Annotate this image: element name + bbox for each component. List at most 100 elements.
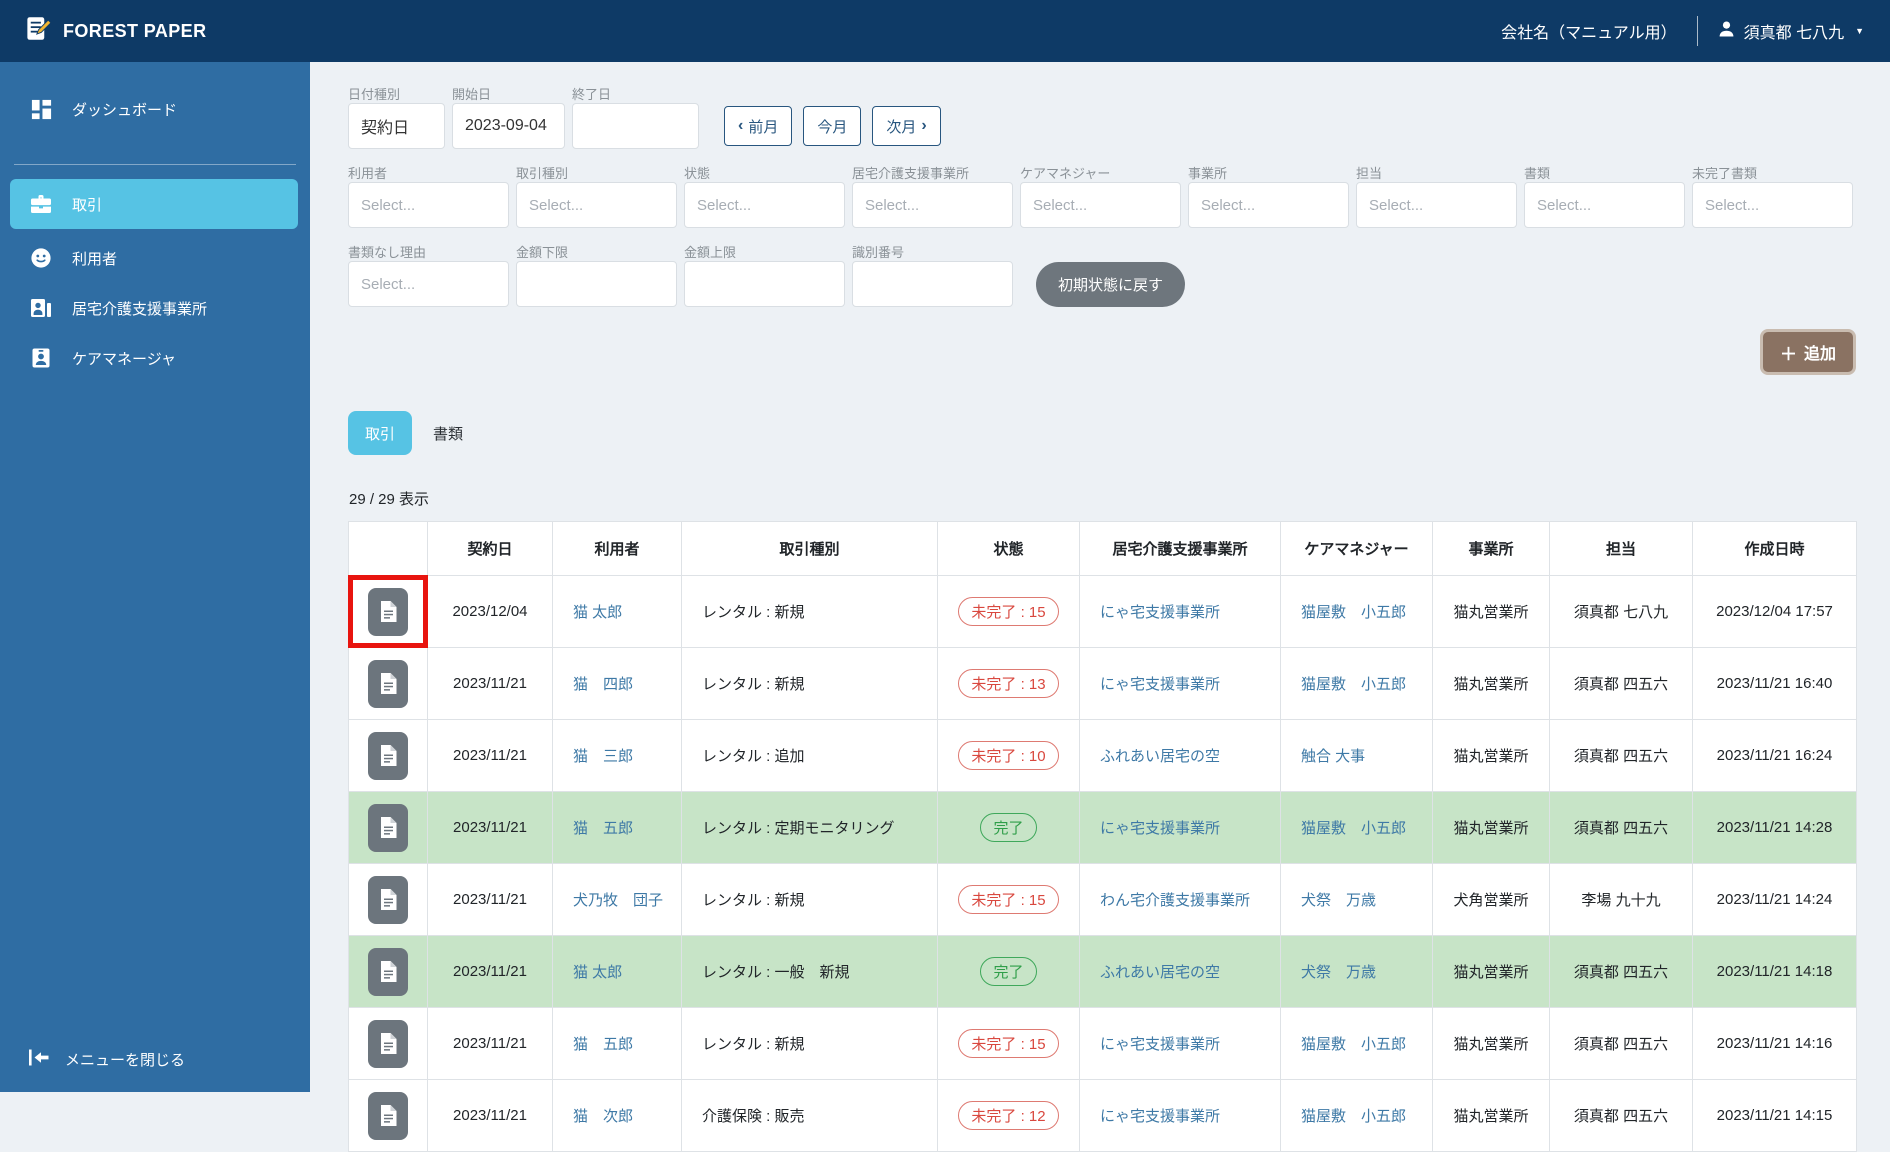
filter-select[interactable]: Select... (1356, 182, 1517, 228)
table-row[interactable]: 2023/11/21 猫 次郎 介護保険 : 販売 未完了 : 12 にゃ宅支援… (348, 1079, 1857, 1152)
cell-type: レンタル : 追加 (681, 719, 938, 792)
amount-max-label: 金額上限 (684, 245, 737, 260)
filter-select[interactable]: Select... (1692, 182, 1853, 228)
select-placeholder: Select... (1201, 196, 1256, 214)
document-icon (380, 889, 396, 910)
cell-office-link[interactable]: にゃ宅支援事業所 (1100, 676, 1220, 693)
sidebar-item-users[interactable]: 利用者 (0, 233, 310, 283)
next-month-button[interactable]: 次月 › (872, 106, 941, 146)
cell-care-manager-link[interactable]: 猫屋敷 小五郎 (1301, 676, 1406, 693)
menu-close-button[interactable]: メニューを閉じる (28, 1049, 185, 1070)
cell-care-manager-link[interactable]: 猫屋敷 小五郎 (1301, 1036, 1406, 1053)
cell-office-link[interactable]: わん宅介護支援事業所 (1100, 892, 1250, 909)
table-body: 2023/12/04 猫 太郎 レンタル : 新規 未完了 : 15 にゃ宅支援… (348, 575, 1857, 1152)
app-title: FOREST PAPER (63, 20, 207, 41)
filter-select[interactable]: Select... (348, 182, 509, 228)
cell-user-link[interactable]: 猫 三郎 (573, 748, 633, 765)
document-button[interactable] (368, 875, 408, 924)
cell-staff: 須真都 四五六 (1549, 719, 1693, 792)
cell-user-link[interactable]: 猫 太郎 (573, 604, 622, 621)
header-divider (1696, 16, 1698, 46)
cell-user-link[interactable]: 猫 次郎 (573, 1108, 633, 1125)
filter-row-dates: 日付種別 契約日 開始日 終了日 ‹ 前月 今月 次月 › (348, 84, 1856, 149)
filter-select[interactable]: Select... (516, 182, 677, 228)
date-type-select[interactable]: 契約日 (348, 103, 445, 149)
sidebar-item-label: ケアマネージャ (72, 350, 176, 368)
tab-書類[interactable]: 書類 (416, 411, 480, 455)
document-icon (380, 673, 396, 694)
end-date-input[interactable] (572, 103, 699, 149)
cell-type: レンタル : 新規 (681, 863, 938, 936)
cell-office-link[interactable]: ふれあい居宅の空 (1100, 748, 1220, 765)
cell-office-link[interactable]: にゃ宅支援事業所 (1100, 604, 1220, 621)
filter-select[interactable]: Select... (684, 182, 845, 228)
current-month-label: 今月 (817, 118, 848, 136)
sidebar-item-dashboard[interactable]: ダッシュボード (0, 84, 310, 134)
column-header: ケアマネジャー (1280, 521, 1433, 576)
cell-office-link[interactable]: にゃ宅支援事業所 (1100, 1108, 1220, 1125)
cell-care-manager-link[interactable]: 犬祭 万歳 (1301, 892, 1376, 909)
cell-user-link[interactable]: 猫 太郎 (573, 964, 622, 981)
cell-office-link[interactable]: にゃ宅支援事業所 (1100, 820, 1220, 837)
table-row[interactable]: 2023/11/21 猫 太郎 レンタル : 一般 新規 完了 ふれあい居宅の空… (348, 935, 1857, 1008)
document-button[interactable] (368, 1091, 408, 1140)
table-row[interactable]: 2023/12/04 猫 太郎 レンタル : 新規 未完了 : 15 にゃ宅支援… (348, 575, 1857, 648)
no-doc-reason-select[interactable]: Select... (348, 261, 509, 307)
table-row[interactable]: 2023/11/21 猫 三郎 レンタル : 追加 未完了 : 10 ふれあい居… (348, 719, 1857, 792)
cell-created: 2023/11/21 14:16 (1692, 1007, 1857, 1080)
cell-created: 2023/11/21 14:15 (1692, 1079, 1857, 1152)
table-row[interactable]: 2023/11/21 猫 四郎 レンタル : 新規 未完了 : 13 にゃ宅支援… (348, 647, 1857, 720)
filter-select[interactable]: Select... (852, 182, 1013, 228)
table-row[interactable]: 2023/11/21 猫 五郎 レンタル : 定期モニタリング 完了 にゃ宅支援… (348, 791, 1857, 864)
cell-office-link[interactable]: ふれあい居宅の空 (1100, 964, 1220, 981)
cell-care-manager-link[interactable]: 猫屋敷 小五郎 (1301, 604, 1406, 621)
filter-select[interactable]: Select... (1524, 182, 1685, 228)
amount-min-input[interactable] (516, 261, 677, 307)
cell-created: 2023/11/21 14:18 (1692, 935, 1857, 1008)
select-placeholder: Select... (361, 275, 416, 293)
sidebar-item-label: 利用者 (72, 250, 118, 268)
sidebar-item-label: 居宅介護支援事業所 (72, 300, 208, 318)
cell-care-manager-link[interactable]: 猫屋敷 小五郎 (1301, 820, 1406, 837)
table-row[interactable]: 2023/11/21 猫 五郎 レンタル : 新規 未完了 : 15 にゃ宅支援… (348, 1007, 1857, 1080)
table-row[interactable]: 2023/11/21 犬乃牧 団子 レンタル : 新規 未完了 : 15 わん宅… (348, 863, 1857, 936)
cell-user-link[interactable]: 犬乃牧 団子 (573, 892, 663, 909)
current-month-button[interactable]: 今月 (803, 106, 862, 146)
sidebar-item-care-offices[interactable]: 居宅介護支援事業所 (0, 283, 310, 333)
reset-filters-button[interactable]: 初期状態に戻す (1036, 262, 1186, 307)
filter-select[interactable]: Select... (1188, 182, 1349, 228)
cell-user-link[interactable]: 猫 五郎 (573, 820, 633, 837)
amount-max-input[interactable] (684, 261, 845, 307)
document-icon (380, 961, 396, 982)
document-button[interactable] (368, 947, 408, 996)
clipboard-pencil-icon (24, 15, 52, 47)
select-placeholder: Select... (361, 196, 416, 214)
prev-month-button[interactable]: ‹ 前月 (724, 106, 793, 146)
cell-staff: 須真都 四五六 (1549, 1007, 1693, 1080)
document-button[interactable] (368, 587, 408, 636)
sidebar-nav: ダッシュボード 取引利用者居宅介護支援事業所 ケアマネージャ (0, 62, 310, 383)
document-button[interactable] (368, 1019, 408, 1068)
filter-select[interactable]: Select... (1020, 182, 1181, 228)
cell-care-manager-link[interactable]: 猫屋敷 小五郎 (1301, 1108, 1406, 1125)
cell-care-manager-link[interactable]: 犬祭 万歳 (1301, 964, 1376, 981)
cell-care-manager-link[interactable]: 触合 大事 (1301, 748, 1365, 765)
document-button[interactable] (368, 731, 408, 780)
document-button[interactable] (368, 659, 408, 708)
user-name: 須真都 七八九 (1743, 25, 1845, 42)
cell-user-link[interactable]: 猫 四郎 (573, 676, 633, 693)
cell-user-link[interactable]: 猫 五郎 (573, 1036, 633, 1053)
sidebar-item-care-managers[interactable]: ケアマネージャ (0, 333, 310, 383)
document-button[interactable] (368, 803, 408, 852)
id-number-input[interactable] (852, 261, 1013, 307)
tab-取引[interactable]: 取引 (348, 411, 413, 455)
app-bar: FOREST PAPER 会社名（マニュアル用） 須真都 七八九 ▼ (0, 0, 1890, 62)
add-button[interactable]: ＋ 追加 (1759, 329, 1856, 375)
select-placeholder: Select... (1537, 196, 1592, 214)
filter-label: 未完了書類 (1692, 166, 1758, 181)
user-icon (1718, 20, 1735, 42)
sidebar-item-transactions[interactable]: 取引 (10, 179, 298, 229)
user-menu[interactable]: 須真都 七八九 ▼ (1718, 19, 1864, 43)
start-date-input[interactable] (452, 103, 565, 149)
cell-office-link[interactable]: にゃ宅支援事業所 (1100, 1036, 1220, 1053)
